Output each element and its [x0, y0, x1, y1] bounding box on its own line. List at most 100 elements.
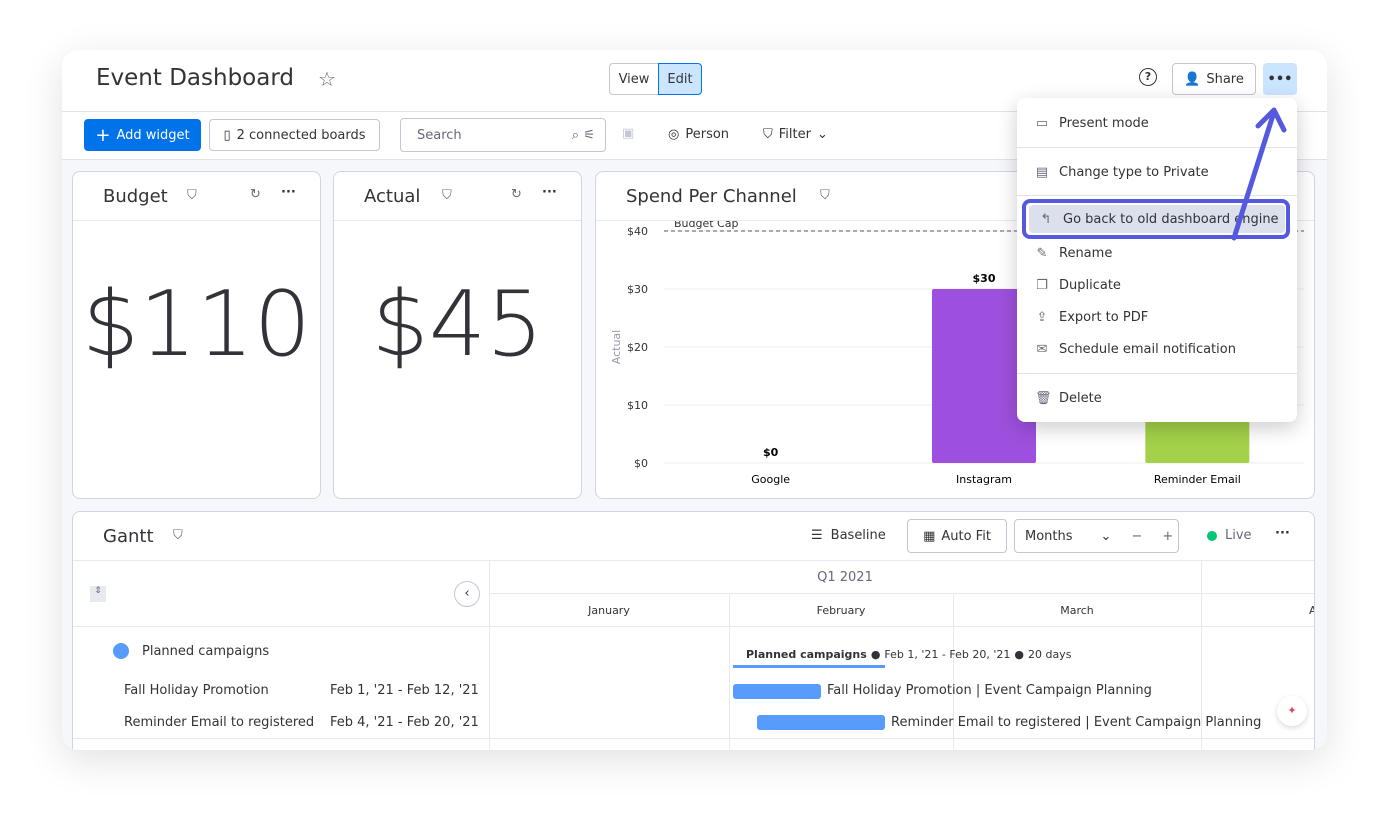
share-label: Share: [1206, 71, 1244, 87]
live-dot-icon: [1207, 530, 1217, 541]
undo-arrow-icon: ↰: [1040, 211, 1052, 227]
baseline-button[interactable]: ☰ Baseline: [811, 528, 886, 543]
plus-icon: +: [95, 124, 111, 146]
menu-label: Change type to Private: [1059, 164, 1209, 180]
auto-fit-label: Auto Fit: [941, 528, 991, 544]
calendar-icon: ▦: [923, 528, 936, 544]
board-icon: ▯: [223, 127, 231, 143]
group-summary-label: Planned campaigns: [746, 648, 867, 661]
lock-board-icon: ▤: [1035, 164, 1049, 180]
zoom-out-button[interactable]: −: [1131, 529, 1142, 544]
menu-label: Delete: [1059, 390, 1102, 406]
refresh-icon[interactable]: ↻: [511, 187, 522, 202]
scale-select[interactable]: Months ⌄ − +: [1014, 519, 1179, 553]
assistant-icon[interactable]: ✦: [1277, 696, 1307, 726]
more-icon[interactable]: ···: [281, 185, 296, 200]
menu-item-delete[interactable]: 🗑 Delete: [1025, 384, 1289, 412]
person-filter[interactable]: ◎ Person: [668, 127, 729, 142]
budget-cap-label: Budget Cap: [674, 221, 738, 230]
y-tick-label: $10: [627, 399, 648, 412]
duplicate-icon: ❐: [1036, 277, 1048, 293]
filter-button[interactable]: ⛉ Filter ⌄: [763, 127, 828, 142]
group-color-icon: [113, 643, 129, 659]
widget-title: Gantt: [103, 526, 154, 547]
x-tick-label: Google: [751, 473, 790, 486]
zoom-in-button[interactable]: +: [1162, 529, 1173, 544]
item-dates: Feb 4, '21 - Feb 20, '21: [330, 715, 479, 730]
data-label: $0: [763, 446, 779, 459]
mail-icon: ✉: [1036, 341, 1048, 357]
menu-label: Present mode: [1059, 115, 1149, 131]
more-options-button[interactable]: •••: [1263, 63, 1297, 95]
gantt-bar-label: Fall Holiday Promotion | Event Campaign …: [827, 683, 1152, 698]
group-summary-dates: Feb 1, '21 - Feb 20, '21: [884, 648, 1011, 661]
y-tick-label: $30: [627, 283, 648, 296]
more-icon[interactable]: ···: [1275, 526, 1290, 541]
filter-icon[interactable]: ⛉: [173, 528, 183, 543]
baseline-icon: ☰: [811, 528, 823, 543]
widget-title: Budget: [103, 186, 168, 207]
filter-icon[interactable]: ⛉: [187, 188, 197, 203]
month-label: January: [588, 604, 630, 617]
pencil-icon: ✎: [1036, 245, 1048, 261]
group-name[interactable]: Planned campaigns: [142, 644, 269, 659]
refresh-icon[interactable]: ↻: [250, 187, 261, 202]
item-name[interactable]: Reminder Email to registered: [124, 715, 314, 730]
menu-label: Schedule email notification: [1059, 341, 1236, 357]
search-icon: ⌕ ⚟: [571, 127, 595, 143]
search-input[interactable]: Search ⌕ ⚟: [400, 118, 606, 152]
dashboard-window: Event Dashboard ☆ View Edit ? 👤 Share •••…: [62, 50, 1327, 750]
share-button[interactable]: 👤 Share: [1172, 63, 1256, 95]
filter-icon[interactable]: ⛉: [820, 188, 830, 203]
x-tick-label: Reminder Email: [1154, 473, 1241, 486]
add-widget-label: Add widget: [116, 127, 190, 143]
gantt-widget: Gantt ⛉ ☰ Baseline ▦ Auto Fit Months ⌄ − + Li…: [72, 511, 1315, 750]
actual-value: $45: [371, 272, 544, 377]
menu-item-export-pdf[interactable]: ⇪ Export to PDF: [1025, 303, 1289, 331]
edit-button[interactable]: Edit: [658, 63, 702, 95]
collapse-all-icon[interactable]: ⇕: [90, 586, 106, 602]
menu-label: Rename: [1059, 245, 1113, 261]
menu-item-schedule-email[interactable]: ✉ Schedule email notification: [1025, 335, 1289, 363]
filter-icon[interactable]: ⛉: [442, 188, 452, 203]
scale-value: Months: [1025, 528, 1073, 544]
person-icon: ◎: [668, 127, 680, 142]
search-placeholder: Search: [417, 127, 462, 143]
y-tick-label: $0: [634, 457, 648, 470]
y-axis-label: Actual: [610, 330, 623, 364]
connected-boards-label: 2 connected boards: [236, 127, 366, 143]
group-days: 20 days: [1027, 648, 1072, 661]
collapse-panel-button[interactable]: ‹: [454, 581, 480, 607]
chart-title: Spend Per Channel: [626, 186, 797, 207]
auto-fit-button[interactable]: ▦ Auto Fit: [907, 519, 1007, 553]
chevron-down-icon: ⌄: [816, 127, 828, 142]
help-icon[interactable]: ?: [1139, 68, 1157, 86]
group-bar[interactable]: [733, 665, 885, 668]
filter-label: Filter: [778, 127, 811, 142]
add-widget-button[interactable]: + Add widget: [84, 119, 201, 151]
star-icon[interactable]: ☆: [318, 67, 336, 91]
gantt-bar[interactable]: [757, 715, 885, 730]
budget-value: $110: [81, 272, 312, 377]
x-tick-label: Instagram: [956, 473, 1012, 486]
live-indicator: Live: [1207, 528, 1252, 543]
month-label: A: [1309, 604, 1314, 617]
live-label: Live: [1225, 528, 1252, 543]
item-dates: Feb 1, '21 - Feb 12, '21: [330, 683, 479, 698]
gantt-bar[interactable]: [733, 684, 821, 699]
save-icon[interactable]: ▣: [622, 126, 634, 141]
month-label: February: [816, 604, 866, 617]
month-label: March: [1060, 604, 1094, 617]
view-button[interactable]: View: [609, 63, 659, 95]
filter-icon: ⛉: [763, 127, 773, 142]
group-summary: Planned campaigns ● Feb 1, '21 - Feb 20, '…: [746, 648, 1072, 661]
more-icon[interactable]: ···: [542, 185, 557, 200]
item-name[interactable]: Fall Holiday Promotion: [124, 683, 269, 698]
trash-icon: 🗑: [1035, 390, 1052, 406]
data-label: $30: [973, 272, 996, 285]
menu-item-duplicate[interactable]: ❐ Duplicate: [1025, 271, 1289, 299]
connected-boards-button[interactable]: ▯ 2 connected boards: [209, 119, 380, 151]
gantt-bar-label: Reminder Email to registered | Event Cam…: [891, 715, 1262, 730]
widget-title: Actual: [364, 186, 421, 207]
person-label: Person: [685, 127, 730, 142]
